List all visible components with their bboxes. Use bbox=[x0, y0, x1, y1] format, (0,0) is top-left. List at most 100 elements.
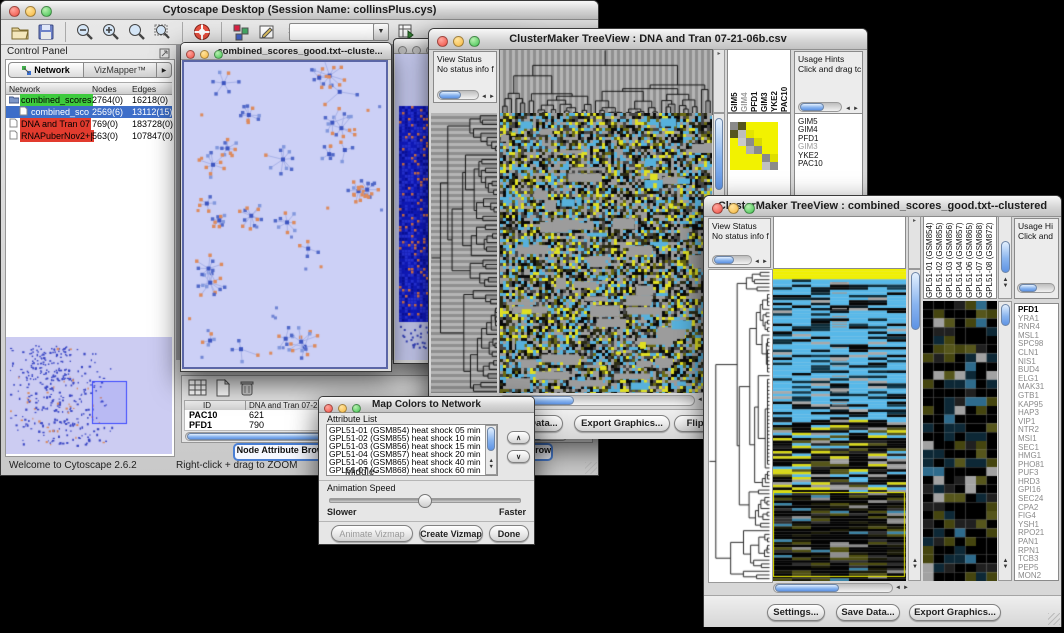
tab-network[interactable]: Network bbox=[8, 62, 84, 78]
treeview-button-save-data-[interactable]: Save Data... bbox=[836, 604, 900, 621]
dialog-button-done[interactable]: Done bbox=[489, 525, 529, 542]
view-status-panel: View StatusNo status info f ◄► bbox=[433, 51, 497, 103]
labels-vscrollbar[interactable]: ▲▼ bbox=[998, 216, 1012, 299]
zoom-fit-icon[interactable] bbox=[153, 22, 173, 42]
tab-vizmapper[interactable]: VizMapper™ bbox=[84, 62, 157, 78]
treeview-button-settings-[interactable]: Settings... bbox=[767, 604, 825, 621]
mini-vscrollbar[interactable]: ▲▼ bbox=[998, 301, 1012, 581]
status-hscrollbar[interactable] bbox=[712, 255, 752, 265]
close-button[interactable] bbox=[712, 203, 723, 214]
minimize-button[interactable] bbox=[25, 6, 36, 17]
close-button[interactable] bbox=[437, 36, 448, 47]
mini-heatmap-cell bbox=[762, 146, 770, 154]
minimize-button[interactable] bbox=[338, 404, 347, 413]
treeview2-buttonbar: Settings... Save Data... Export Graphics..… bbox=[704, 595, 1061, 627]
mini-heatmap-cell bbox=[746, 130, 754, 138]
minimize-button[interactable] bbox=[728, 203, 739, 214]
hints-hscrollbar[interactable] bbox=[798, 102, 842, 112]
tab-overflow-button[interactable]: ▶ bbox=[157, 62, 172, 78]
zoom-selected-icon[interactable] bbox=[127, 22, 147, 42]
treeview-button-export-graphics-[interactable]: Export Graphics... bbox=[574, 415, 670, 432]
network-canvas[interactable] bbox=[184, 62, 386, 367]
dendro-corner-strip: ▸ bbox=[908, 216, 921, 269]
network-table-row[interactable]: DNA and Tran 07769(0)183728(0) bbox=[6, 118, 172, 130]
attribute-select-icon[interactable] bbox=[188, 379, 208, 402]
gene-labels-panel: PFD1YRA1RNR4MSL1SPC98CLN1NIS1BUD4ELG1MAK… bbox=[1014, 303, 1059, 581]
move-up-button[interactable]: ∧ bbox=[507, 431, 530, 444]
row-dendrogram[interactable] bbox=[431, 113, 497, 393]
annotation-icon[interactable] bbox=[257, 22, 277, 42]
column-header: Nodes bbox=[92, 84, 117, 94]
zoom-mini-heatmap[interactable] bbox=[923, 301, 997, 581]
scroll-arrows[interactable]: ◄► bbox=[754, 257, 770, 267]
mini-heatmap-cell bbox=[770, 122, 778, 130]
scroll-arrows[interactable]: ◄► bbox=[481, 92, 497, 102]
close-button[interactable] bbox=[9, 6, 20, 17]
hints-hscrollbar[interactable] bbox=[1017, 283, 1055, 293]
open-session-icon[interactable] bbox=[10, 22, 30, 42]
mini-heatmap-cell bbox=[730, 162, 738, 170]
heatmap-vscrollbar[interactable]: ▲▼ bbox=[908, 269, 921, 581]
scroll-arrows[interactable]: ◄► bbox=[895, 585, 911, 591]
zoom-window-button[interactable] bbox=[41, 6, 52, 17]
zoom-out-icon[interactable] bbox=[75, 22, 95, 42]
main-resize-grip[interactable] bbox=[585, 462, 597, 474]
toolbar-separator bbox=[182, 22, 183, 42]
control-panel-title: Control Panel bbox=[7, 46, 68, 57]
status-hscrollbar[interactable] bbox=[437, 90, 479, 100]
heatmap[interactable] bbox=[773, 269, 906, 581]
row-dendrogram[interactable] bbox=[708, 269, 773, 583]
main-titlebar: Cytoscape Desktop (Session Name: collins… bbox=[1, 1, 598, 20]
attribute-list-vscrollbar[interactable]: ▲▼ bbox=[485, 425, 497, 475]
network-table-row[interactable]: combined_scores2764(0)16218(0) bbox=[6, 94, 172, 106]
column-dendrogram[interactable] bbox=[499, 49, 713, 115]
edges-count: 183728(0) bbox=[132, 118, 173, 130]
view-status-panel: View StatusNo status info f ◄► bbox=[708, 218, 771, 268]
speed-slider[interactable] bbox=[329, 498, 521, 503]
slider-thumb[interactable] bbox=[418, 494, 432, 508]
close-button[interactable] bbox=[186, 50, 195, 59]
new-attribute-icon[interactable] bbox=[214, 379, 232, 402]
zoom-window-button[interactable] bbox=[352, 404, 361, 413]
search-input[interactable] bbox=[289, 23, 375, 41]
close-button[interactable] bbox=[324, 404, 333, 413]
mini-heatmap-cell bbox=[770, 154, 778, 162]
zoom-window-button[interactable] bbox=[214, 50, 223, 59]
minimize-button[interactable] bbox=[453, 36, 464, 47]
network-table-row[interactable]: RNAPuberNov2+|563(0)107847(0) bbox=[6, 130, 172, 142]
nodes-count: 2764(0) bbox=[92, 94, 123, 106]
treeview-button-export-graphics-[interactable]: Export Graphics... bbox=[909, 604, 1001, 621]
dialog-button-animate-vizmap[interactable]: Animate Vizmap bbox=[331, 525, 413, 542]
delete-attribute-icon[interactable] bbox=[238, 379, 256, 402]
search-dropdown-button[interactable]: ▼ bbox=[373, 23, 389, 41]
mini-heatmap-cell bbox=[730, 130, 738, 138]
row-value: 790 bbox=[249, 420, 264, 430]
zoom-window-button[interactable] bbox=[469, 36, 480, 47]
mini-heatmap-cell bbox=[770, 138, 778, 146]
minimize-button[interactable] bbox=[200, 50, 209, 59]
mini-heatmap-cell bbox=[738, 138, 746, 146]
mini-heatmap-cell bbox=[746, 146, 754, 154]
folder-icon bbox=[9, 94, 19, 106]
zoom-in-icon[interactable] bbox=[101, 22, 121, 42]
save-session-icon[interactable] bbox=[36, 22, 56, 42]
heatmap[interactable] bbox=[499, 113, 712, 393]
dialog-button-create-vizmap[interactable]: Create Vizmap bbox=[419, 525, 483, 542]
gene-label: MON2 bbox=[1018, 572, 1058, 581]
mini-heatmap-cell bbox=[738, 154, 746, 162]
birdseye-overview[interactable] bbox=[6, 337, 172, 454]
correlation-mini-heatmap[interactable] bbox=[730, 122, 778, 170]
control-panel: Network VizMapper™ ▶ NetworkNodesEdges c… bbox=[5, 59, 175, 457]
network-name: combined_scores bbox=[20, 94, 93, 106]
treeview2-resize-grip[interactable] bbox=[1048, 613, 1060, 625]
network-table-row[interactable]: combined_sco2569(6)13112(15) bbox=[6, 106, 172, 118]
help-lifebuoy-icon[interactable] bbox=[192, 22, 212, 42]
toolbar-separator bbox=[221, 22, 222, 42]
node-grid-icon[interactable] bbox=[231, 22, 251, 42]
move-down-button[interactable]: ∨ bbox=[507, 450, 530, 463]
mini-heatmap-cell bbox=[770, 162, 778, 170]
treeview1-title: ClusterMaker TreeView : DNA and Tran 07-… bbox=[509, 33, 787, 45]
heatmap-hscrollbar[interactable] bbox=[773, 583, 893, 593]
network-window: combined_scores_good.txt--cluste... bbox=[180, 42, 392, 372]
zoom-window-button[interactable] bbox=[744, 203, 755, 214]
